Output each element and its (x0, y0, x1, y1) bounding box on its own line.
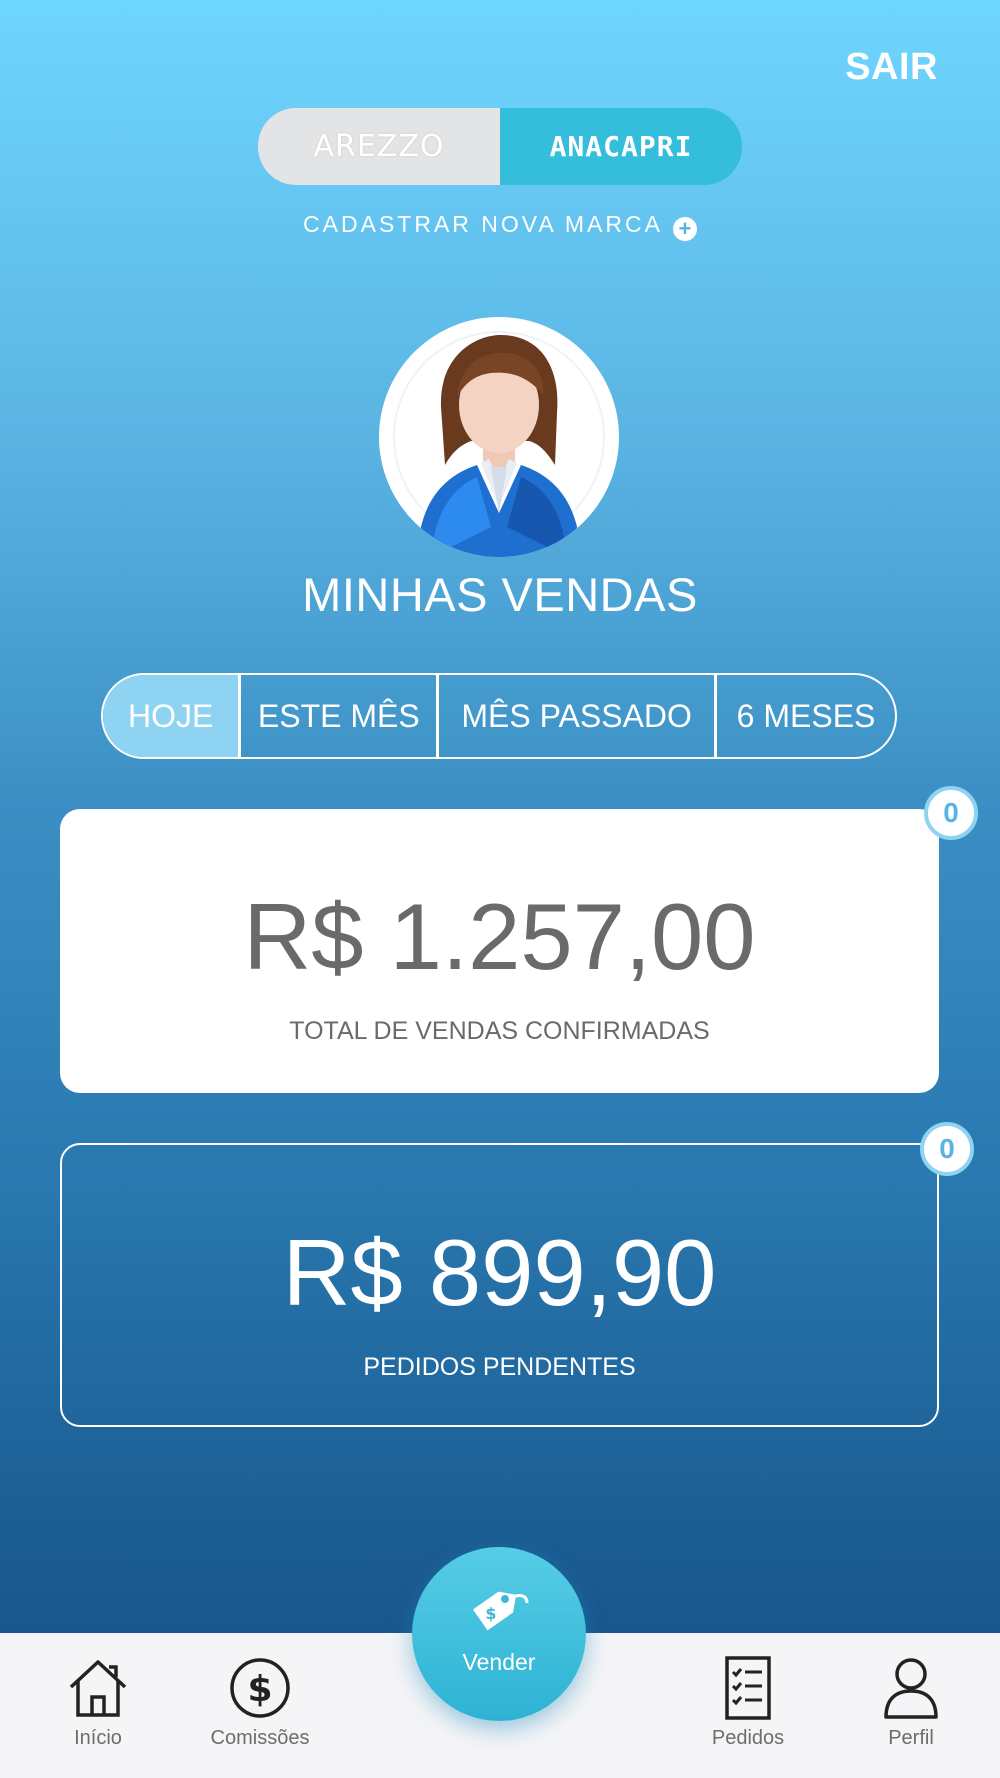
period-selector: HOJE ESTE MÊS MÊS PASSADO 6 MESES (101, 673, 897, 759)
svg-text:$: $ (485, 1604, 496, 1623)
plus-circle-icon: + (672, 217, 697, 241)
confirmed-sales-label: TOTAL DE VENDAS CONFIRMADAS (289, 1017, 710, 1045)
tab-mes-passado[interactable]: MÊS PASSADO (436, 675, 714, 757)
sell-button-label: Vender (462, 1649, 536, 1675)
price-tag-icon: $ (472, 1591, 529, 1631)
home-icon (69, 1660, 127, 1717)
nav-perfil-label: Perfil (888, 1727, 934, 1749)
businesswoman-avatar (393, 331, 605, 557)
nav-inicio-label: Início (74, 1727, 122, 1749)
svg-text:$: $ (247, 1669, 272, 1710)
checklist-icon (725, 1656, 771, 1720)
add-brand-label: CADASTRAR NOVA MARCA (303, 211, 663, 237)
nav-inicio[interactable]: Início (38, 1655, 158, 1750)
confirmed-sales-amount: R$ 1.257,00 (243, 884, 756, 989)
nav-comissoes[interactable]: $ Comissões (200, 1655, 320, 1750)
pending-orders-amount: R$ 899,90 (282, 1220, 717, 1325)
pending-orders-label: PEDIDOS PENDENTES (363, 1353, 636, 1381)
tab-este-mes[interactable]: ESTE MÊS (238, 675, 436, 757)
pending-orders-card[interactable]: R$ 899,90 PEDIDOS PENDENTES (60, 1143, 939, 1427)
tab-hoje[interactable]: HOJE (103, 675, 239, 757)
confirmed-sales-card[interactable]: R$ 1.257,00 TOTAL DE VENDAS CONFIRMADAS (60, 809, 939, 1093)
confirmed-count-badge: 0 (924, 786, 978, 840)
nav-pedidos-label: Pedidos (711, 1727, 785, 1749)
brand-option-anacapri[interactable]: ANACAPRI (500, 108, 742, 185)
add-brand-link[interactable]: CADASTRAR NOVA MARCA + (0, 211, 1000, 241)
user-icon (884, 1658, 938, 1719)
page-title: MINHAS VENDAS (302, 568, 698, 621)
pending-count-badge: 0 (920, 1122, 974, 1176)
tab-6-meses[interactable]: 6 MESES (714, 675, 895, 757)
nav-comissoes-label: Comissões (210, 1727, 310, 1749)
dollar-circle-icon: $ (230, 1658, 290, 1718)
brand-option-arezzo[interactable]: AREZZO (258, 108, 500, 185)
avatar (379, 317, 619, 557)
nav-perfil[interactable]: Perfil (851, 1655, 971, 1750)
logout-button[interactable]: SAIR (845, 46, 938, 89)
brand-toggle: AREZZO ANACAPRI (258, 108, 742, 185)
sell-button[interactable]: $ Vender (412, 1547, 586, 1721)
nav-pedidos[interactable]: Pedidos (688, 1655, 808, 1750)
